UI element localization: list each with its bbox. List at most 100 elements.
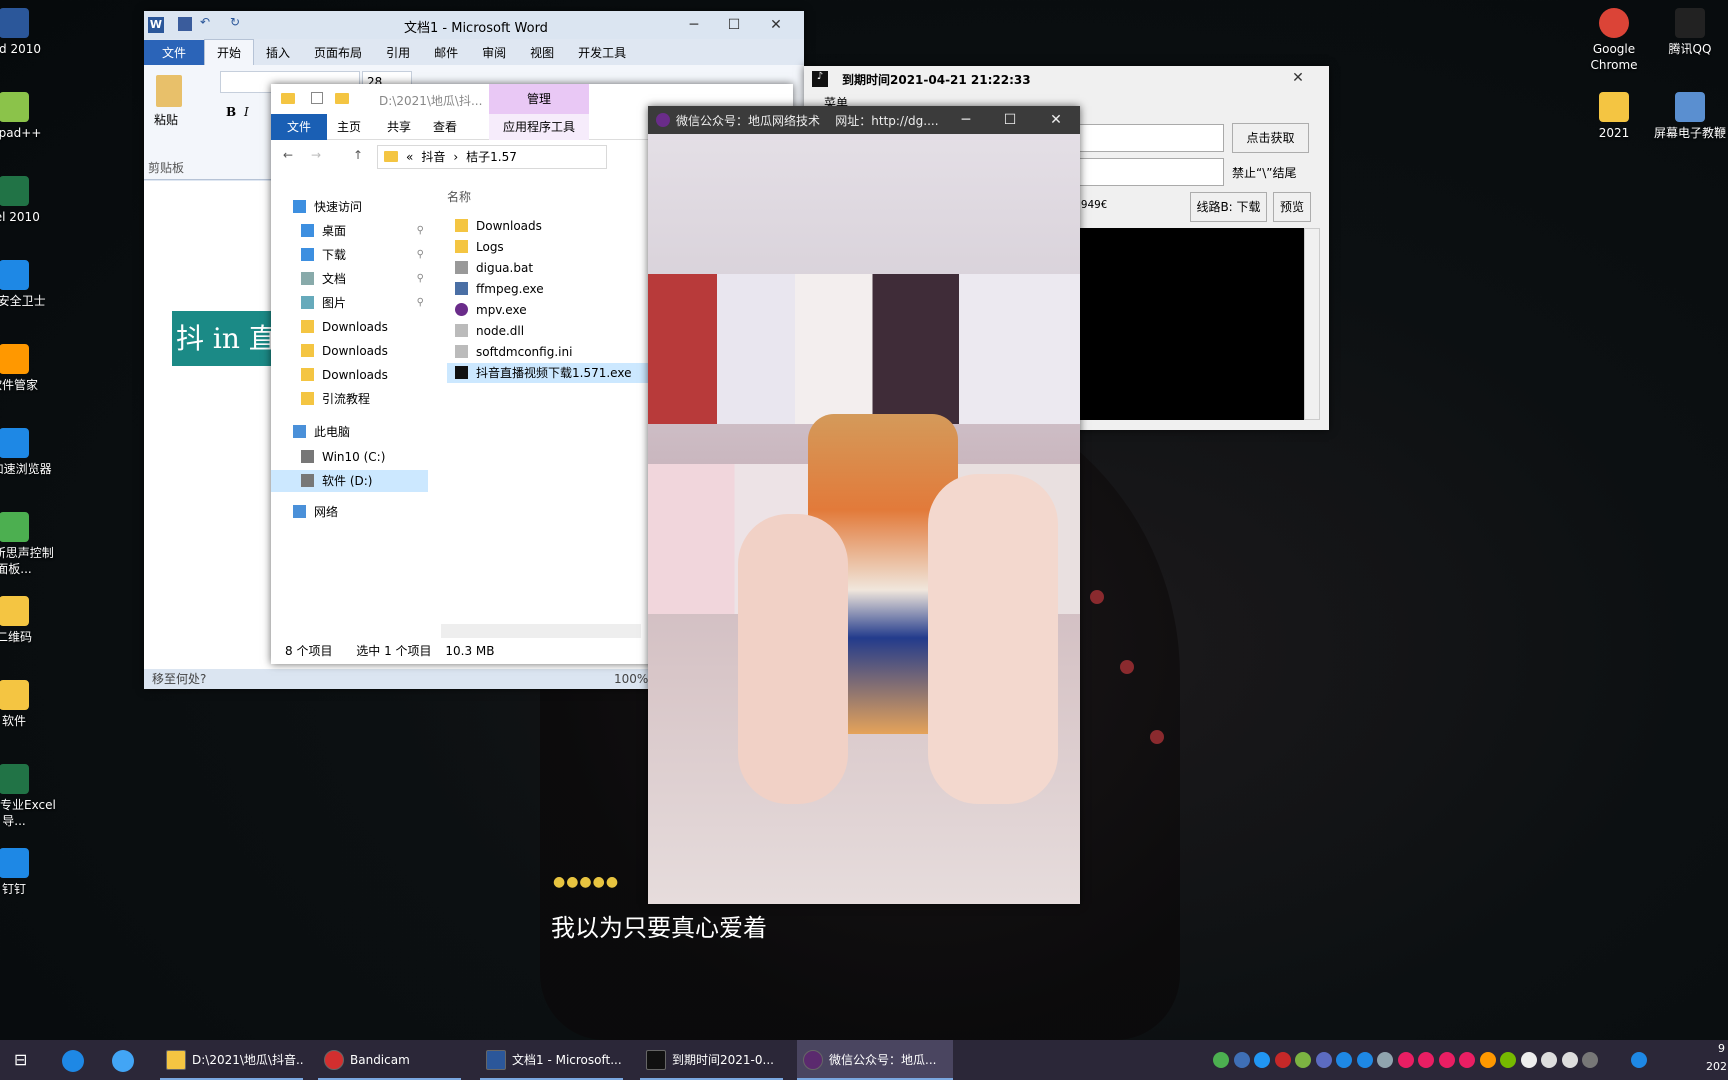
tray-icon[interactable] — [1541, 1052, 1557, 1068]
tray-icon[interactable] — [1295, 1052, 1311, 1068]
nav-item[interactable]: 网络 — [271, 501, 428, 523]
tray-icon[interactable] — [1479, 1052, 1496, 1068]
document-text-box[interactable]: 抖 in 直 — [172, 311, 272, 366]
ribbon-tab[interactable]: 开发工具 — [566, 40, 638, 66]
taskbar-item[interactable]: 到期时间2021-0... — [640, 1040, 783, 1080]
address-bar[interactable]: « 抖音 › 桔子1.57 — [377, 145, 607, 169]
maximize-button[interactable]: ☐ — [714, 11, 754, 39]
tray-icon[interactable] — [1459, 1052, 1475, 1068]
new-folder-icon[interactable] — [335, 93, 349, 104]
tray-icon[interactable] — [1438, 1052, 1455, 1068]
ribbon-tab[interactable]: 视图 — [518, 40, 566, 66]
tray-icon[interactable] — [1631, 1052, 1647, 1068]
tray-icon[interactable] — [1274, 1052, 1291, 1068]
ribbon-tab[interactable]: 邮件 — [422, 40, 470, 66]
video-frame[interactable] — [648, 134, 1080, 904]
task-view-icon[interactable]: ⊟ — [14, 1050, 27, 1069]
file-item[interactable]: 抖音直播视频下载1.571.exe — [447, 363, 667, 383]
desktop-icon[interactable]: 钉钉 — [0, 848, 56, 897]
desktop-icon[interactable]: 45加速浏览器 — [0, 428, 56, 477]
tray-icon[interactable] — [1418, 1052, 1434, 1068]
file-item[interactable]: ffmpeg.exe — [447, 279, 657, 299]
desktop-icon[interactable]: Google Chrome — [1572, 8, 1656, 73]
nav-item[interactable]: 桌面 ⚲ — [271, 220, 428, 242]
file-item[interactable]: digua.bat — [447, 258, 657, 278]
breadcrumb-item[interactable]: 桔子1.57 — [466, 150, 517, 164]
desktop-icon[interactable]: cel 2010 — [0, 176, 56, 225]
taskbar-item[interactable]: 微信公众号：地瓜... — [797, 1040, 953, 1080]
explorer-tab[interactable]: 文件 — [271, 114, 328, 140]
clock-date[interactable]: 202 — [1706, 1060, 1727, 1073]
desktop-icon[interactable]: tepad++ — [0, 92, 56, 141]
italic-button[interactable]: I — [244, 105, 249, 119]
app-tools-tab[interactable]: 应用程序工具 — [489, 114, 589, 140]
downloader-titlebar[interactable]: ♪ 到期时间2021-04-21 21:22:33 ✕ — [804, 66, 1329, 92]
tray-icon[interactable] — [1500, 1052, 1516, 1068]
desktop-icon[interactable]: 2021 — [1572, 92, 1656, 141]
ribbon-tab[interactable]: 引用 — [374, 40, 422, 66]
forward-button[interactable]: → — [311, 148, 321, 162]
tray-icon[interactable] — [1356, 1052, 1373, 1068]
tray-icon[interactable] — [1233, 1052, 1250, 1068]
breadcrumb-item[interactable]: 抖音 — [421, 150, 445, 164]
tray-icon[interactable] — [1561, 1052, 1578, 1068]
desktop-icon[interactable]: ord 2010 — [0, 8, 56, 57]
edge-icon[interactable] — [62, 1050, 84, 1072]
desktop-icon[interactable]: 45安全卫士 — [0, 260, 56, 309]
minimize-button[interactable]: ─ — [946, 106, 986, 134]
desktop-icon[interactable]: 腾讯QQ — [1648, 8, 1728, 57]
close-button[interactable]: ✕ — [756, 11, 796, 39]
properties-icon[interactable] — [311, 92, 323, 104]
ie-icon[interactable] — [112, 1050, 134, 1072]
file-item[interactable]: node.dll — [447, 321, 657, 341]
ribbon-tab[interactable]: 文件 — [144, 40, 205, 66]
pin-icon[interactable]: ⚲ — [417, 220, 424, 242]
nav-item[interactable]: 此电脑 — [271, 421, 428, 443]
nav-item[interactable]: Win10 (C:) — [271, 446, 428, 468]
minimize-button[interactable]: ─ — [674, 11, 714, 39]
paste-label[interactable]: 粘贴 — [154, 111, 178, 128]
tray-icon[interactable] — [1520, 1052, 1537, 1068]
file-item[interactable]: mpv.exe — [447, 300, 657, 320]
desktop-icon[interactable]: 屏幕电子教鞭 — [1648, 92, 1728, 141]
file-item[interactable]: softdmconfig.ini — [447, 342, 657, 362]
tray-icon[interactable] — [1397, 1052, 1414, 1068]
pin-icon[interactable]: ⚲ — [417, 244, 424, 266]
file-item[interactable]: Logs — [447, 237, 657, 257]
close-button[interactable]: ✕ — [1278, 64, 1318, 92]
nav-item[interactable]: 文档 ⚲ — [271, 268, 428, 290]
explorer-tab[interactable]: 查看 — [419, 114, 471, 140]
nav-item[interactable]: Downloads — [271, 364, 428, 386]
redo-icon[interactable]: ↻ — [230, 15, 240, 29]
desktop-icon[interactable]: 软件管家 — [0, 344, 56, 393]
taskbar-item[interactable]: D:\2021\地瓜\抖音... — [160, 1040, 303, 1080]
desktop-icon[interactable]: 软件 — [0, 680, 56, 729]
taskbar-item[interactable]: Bandicam — [318, 1040, 461, 1080]
breadcrumb-item[interactable]: › — [453, 150, 458, 164]
tray-icon[interactable] — [1254, 1052, 1270, 1068]
back-button[interactable]: ← — [283, 148, 293, 162]
bold-button[interactable]: B — [226, 105, 236, 119]
line-b-download-button[interactable]: 线路B: 下载 — [1190, 192, 1267, 222]
ribbon-tab[interactable]: 开始 — [204, 39, 255, 66]
tray-icon[interactable] — [1213, 1052, 1229, 1068]
close-button[interactable]: ✕ — [1036, 106, 1076, 134]
ribbon-tab[interactable]: 插入 — [254, 40, 302, 66]
clock-time[interactable]: 9 — [1718, 1042, 1725, 1055]
ribbon-tab[interactable]: 审阅 — [470, 40, 518, 66]
save-icon[interactable] — [178, 17, 192, 31]
maximize-button[interactable]: ☐ — [990, 106, 1030, 134]
desktop-icon[interactable]: 歪歪 专业Excel导... — [0, 764, 56, 829]
word-titlebar[interactable]: W ↶ ↻ 文档1 - Microsoft Word ─ ☐ ✕ — [144, 11, 804, 39]
ribbon-tab[interactable]: 页面布局 — [302, 40, 374, 66]
player-titlebar[interactable]: 微信公众号：地瓜网络技术 网址：http://dg.... ─ ☐ ✕ — [648, 106, 1080, 134]
nav-item[interactable]: Downloads — [271, 316, 428, 338]
file-item[interactable]: Downloads — [447, 216, 657, 236]
get-button[interactable]: 点击获取 — [1232, 123, 1309, 153]
nav-item[interactable]: 引流教程 — [271, 388, 428, 410]
tray-icon[interactable] — [1582, 1052, 1598, 1068]
tray-icon[interactable] — [1315, 1052, 1332, 1068]
manage-tab[interactable]: 管理 — [489, 84, 589, 114]
nav-item[interactable]: 图片 ⚲ — [271, 292, 428, 314]
column-header-name[interactable]: 名称 — [447, 188, 471, 205]
